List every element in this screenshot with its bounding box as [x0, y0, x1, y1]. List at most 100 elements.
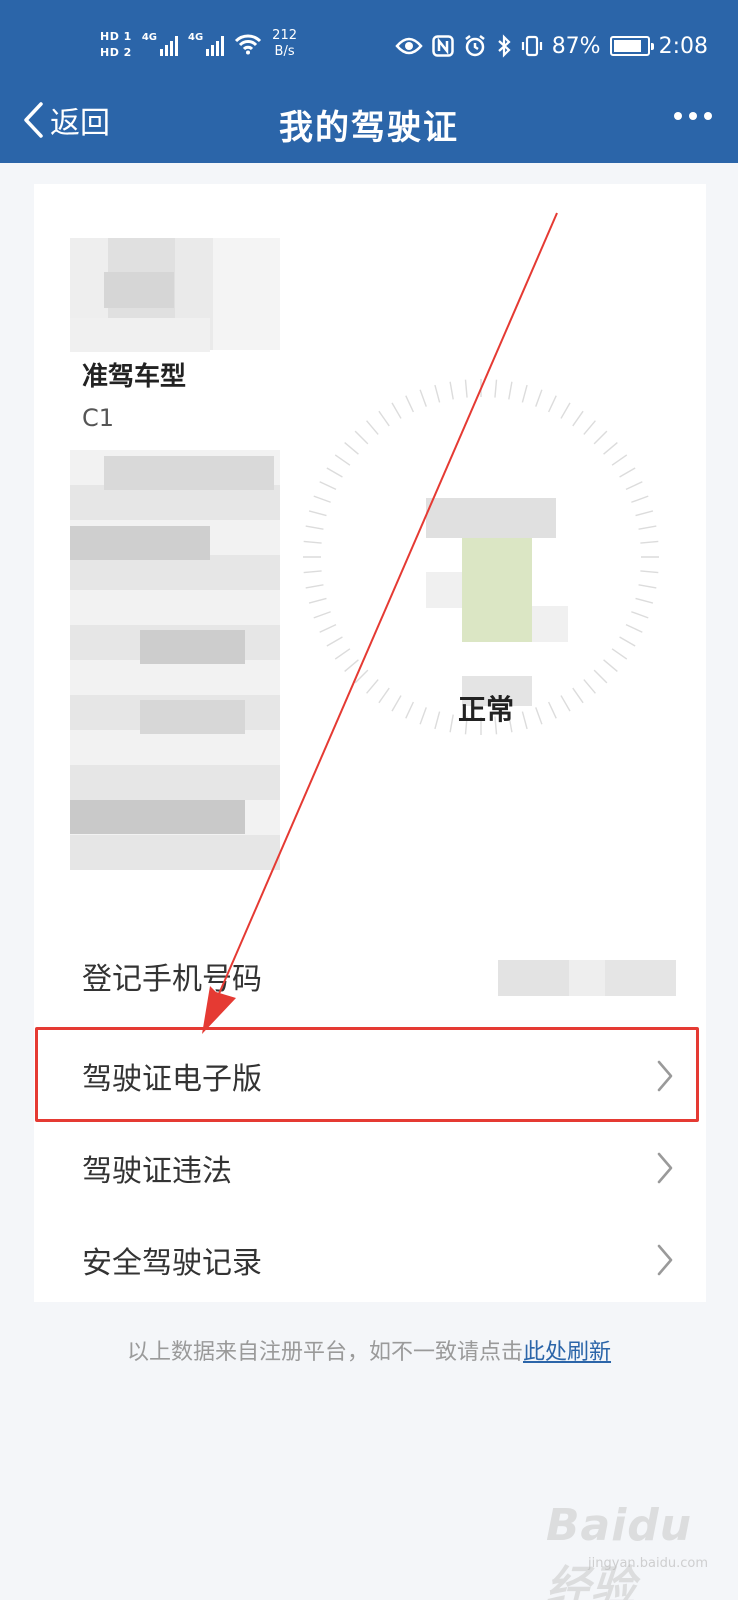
gauge-tick: [572, 410, 584, 427]
gauge-tick: [625, 481, 643, 491]
chevron-right-icon: [657, 1244, 673, 1276]
gauge-tick: [631, 611, 649, 619]
nfc-icon: [431, 35, 454, 57]
gauge-tick: [344, 442, 359, 455]
gauge-tick: [535, 707, 543, 725]
gauge-tick: [334, 454, 351, 466]
network-speed: 212 B/s: [272, 28, 297, 59]
alarm-icon: [464, 35, 485, 57]
gauge-tick: [305, 525, 324, 530]
blurred-score: [426, 498, 556, 538]
safe-driving-label: 安全驾驶记录: [82, 1246, 262, 1281]
status-left: HD 1 HD 2 4G 4G 212 B/s: [100, 22, 297, 66]
footer-note: 以上数据来自注册平台，如不一致请点击此处刷新: [0, 1334, 738, 1366]
hd2-badge: HD 2: [100, 45, 132, 59]
license-type-value: C1: [82, 404, 115, 432]
gauge-tick: [640, 540, 659, 544]
watermark-text: Baidu经验: [546, 1500, 693, 1600]
gauge-tick: [313, 611, 331, 619]
signal-1-icon: 4G: [142, 32, 178, 56]
gauge-tick: [635, 597, 654, 604]
gauge-tick: [619, 467, 636, 478]
gauge-tick: [611, 454, 628, 466]
gauge-tick: [303, 570, 322, 574]
battery-fill: [613, 40, 642, 52]
status-bar: HD 1 HD 2 4G 4G 212 B/s 87% 2:08: [0, 0, 738, 86]
gauge-tick: [378, 687, 390, 704]
gauge-tick: [611, 648, 628, 660]
gauge-tick: [344, 659, 359, 672]
gauge-tick: [366, 420, 379, 435]
gauge-tick: [308, 597, 327, 604]
gauge-tick: [434, 711, 441, 730]
gauge-tick: [326, 467, 343, 478]
blurred-phone: [498, 960, 676, 996]
gauge-tick: [535, 389, 543, 407]
highlight-box: [35, 1027, 699, 1122]
gauge-tick: [308, 510, 327, 517]
license-status: 正常: [458, 693, 515, 726]
gauge-tick: [603, 442, 618, 455]
app-header: HD 1 HD 2 4G 4G 212 B/s 87% 2:08 返回 我的驾驶…: [0, 0, 738, 163]
more-dots-icon[interactable]: [674, 112, 712, 120]
license-type-label: 准驾车型: [82, 362, 187, 392]
gauge-tick: [391, 695, 402, 712]
eye-icon: [395, 37, 423, 55]
watermark-sub: jingyan.baidu.com: [588, 1556, 708, 1571]
footer-text: 以上数据来自注册平台，如不一致请点击: [126, 1340, 523, 1365]
gauge-tick: [464, 379, 468, 398]
gauge-tick: [560, 402, 571, 419]
gauge-tick: [434, 384, 441, 403]
gauge-tick: [494, 379, 498, 398]
gauge-tick: [593, 669, 608, 684]
license-violation-row[interactable]: 驾驶证违法: [34, 1122, 706, 1214]
hd1-badge: HD 1: [100, 29, 132, 43]
gauge-tick: [603, 659, 618, 672]
gauge-tick: [305, 584, 324, 589]
registered-phone-label: 登记手机号码: [82, 962, 262, 997]
signal-2-icon: 4G: [188, 32, 225, 56]
gauge-tick: [508, 381, 513, 400]
gauge-tick: [631, 495, 649, 503]
gauge-tick: [638, 525, 657, 530]
baidu-watermark: Baidu经验 jingyan.baidu.com: [546, 1500, 716, 1600]
gauge-tick: [319, 623, 337, 633]
gauge-tick: [354, 430, 369, 445]
license-violation-label: 驾驶证违法: [82, 1154, 232, 1189]
battery-icon: [609, 36, 654, 56]
gauge-tick: [521, 711, 528, 730]
gauge-tick: [378, 410, 390, 427]
status-right: 87% 2:08: [395, 28, 708, 64]
gauge-tick: [405, 701, 415, 719]
safe-driving-row[interactable]: 安全驾驶记录: [34, 1214, 706, 1306]
refresh-link[interactable]: 此处刷新: [523, 1340, 611, 1365]
gauge-tick: [547, 395, 557, 413]
vibrate-icon: [521, 35, 542, 57]
gauge-tick: [319, 481, 337, 491]
bluetooth-icon: [497, 34, 511, 58]
gauge-tick: [334, 648, 351, 660]
gauge-tick: [638, 584, 657, 589]
gauge-tick: [419, 389, 427, 407]
gauge-tick: [619, 636, 636, 647]
gauge-tick: [572, 687, 584, 704]
page-title: 我的驾驶证: [279, 108, 459, 148]
gauge-tick: [405, 395, 415, 413]
gauge-tick: [560, 695, 571, 712]
gauge-tick: [449, 381, 454, 400]
gauge-tick: [366, 679, 379, 694]
gauge-tick: [583, 420, 596, 435]
gauge-tick: [547, 701, 557, 719]
gauge-tick: [635, 510, 654, 517]
gauge-tick: [640, 570, 659, 574]
wifi-icon: [235, 34, 262, 55]
battery-percent: 87%: [551, 33, 601, 59]
gauge-tick: [391, 402, 402, 419]
chevron-right-icon: [657, 1152, 673, 1184]
gauge-tick: [583, 679, 596, 694]
gauge-tick: [326, 636, 343, 647]
gauge-tick: [521, 384, 528, 403]
clock: 2:08: [658, 33, 708, 59]
nav-bar: 返回 我的驾驶证: [0, 86, 738, 163]
gauge-tick: [449, 714, 454, 733]
